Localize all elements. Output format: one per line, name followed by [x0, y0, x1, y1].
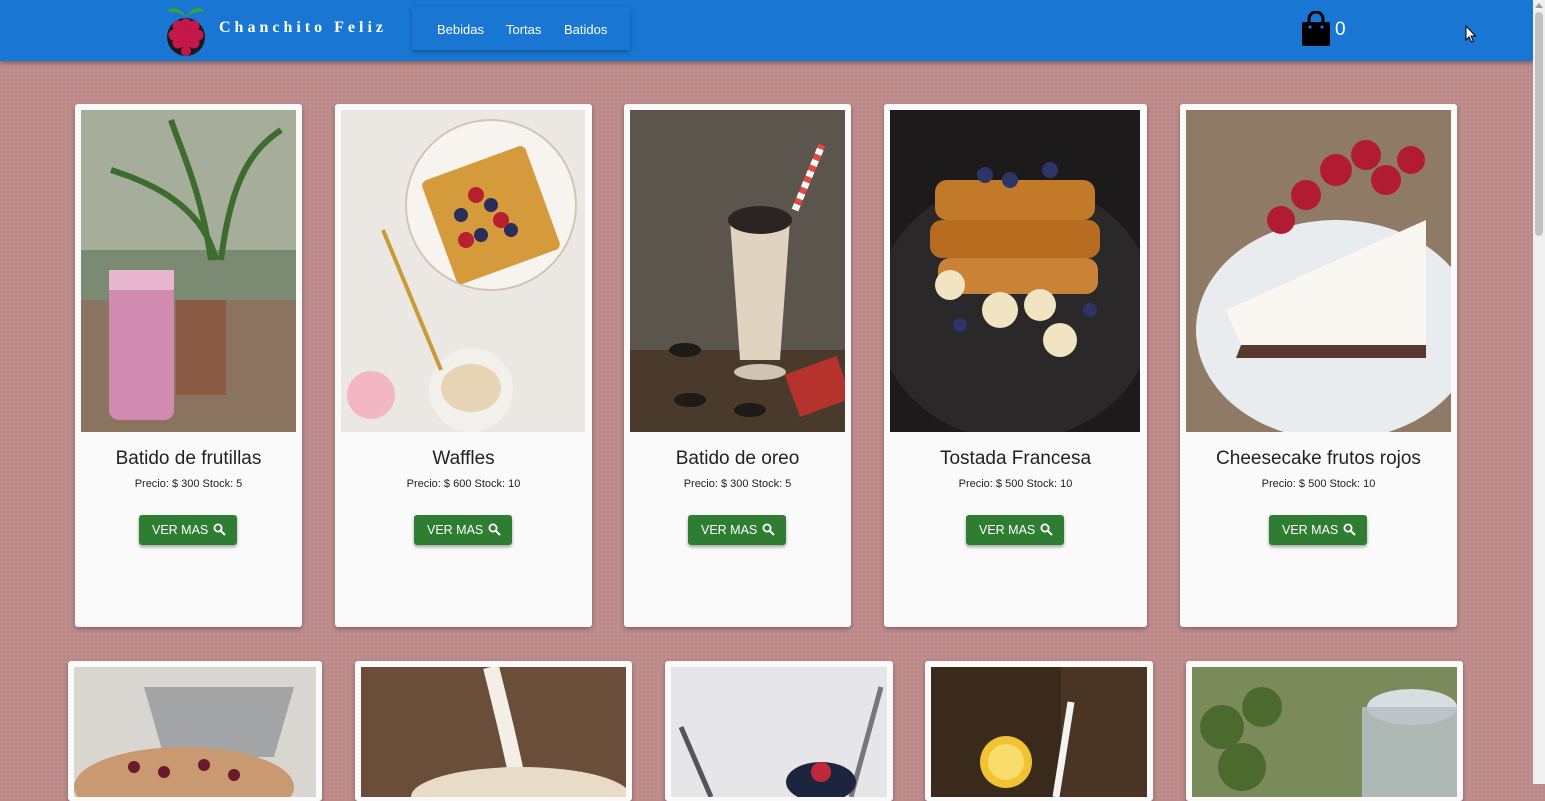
product-image[interactable] — [1192, 667, 1457, 797]
product-price-stock: Precio: $ 500 Stock: 10 — [958, 478, 1073, 490]
search-icon — [213, 523, 226, 536]
product-card: Tostada Francesa Precio: $ 500 Stock: 10… — [884, 104, 1147, 627]
product-card: Cheesecake frutos rojos Precio: $ 500 St… — [1180, 104, 1457, 627]
scrollbar-thumb[interactable] — [1535, 12, 1543, 236]
product-price-stock: Precio: $ 300 Stock: 5 — [683, 478, 792, 490]
product-price-stock: Precio: $ 600 Stock: 10 — [406, 478, 521, 490]
ver-mas-button[interactable]: VER MAS — [139, 515, 237, 545]
product-name: Cheesecake frutos rojos — [1216, 448, 1421, 469]
product-name: Waffles — [432, 448, 495, 469]
button-label: VER MAS — [152, 523, 209, 537]
search-icon — [488, 523, 501, 536]
button-label: VER MAS — [427, 523, 484, 537]
product-image-cheesecake[interactable] — [1186, 110, 1451, 432]
product-card: Batido de frutillas Precio: $ 300 Stock:… — [75, 104, 302, 627]
brand-name[interactable]: Chanchito Feliz — [219, 19, 387, 37]
product-name: Tostada Francesa — [939, 448, 1092, 469]
ver-mas-button[interactable]: VER MAS — [688, 515, 786, 545]
product-image-waffles[interactable] — [341, 110, 585, 432]
mouse-cursor-icon — [1465, 25, 1477, 43]
product-card — [925, 661, 1153, 801]
search-icon — [762, 523, 775, 536]
button-label: VER MAS — [979, 523, 1036, 537]
search-icon — [1343, 523, 1356, 536]
ver-mas-button[interactable]: VER MAS — [966, 515, 1064, 545]
product-image-batido-oreo[interactable] — [630, 110, 845, 432]
product-name: Batido de oreo — [675, 448, 800, 469]
app-bar: Chanchito Feliz Bebidas Tortas Batidos 0 — [0, 0, 1533, 61]
nav-item-bebidas[interactable]: Bebidas — [437, 22, 484, 37]
product-image[interactable] — [74, 667, 316, 797]
button-label: VER MAS — [1282, 523, 1339, 537]
nav-menu: Bebidas Tortas Batidos — [412, 7, 630, 50]
product-card — [665, 661, 893, 801]
raspberry-logo-icon[interactable] — [163, 3, 209, 57]
shopping-bag-icon[interactable] — [1300, 11, 1332, 47]
nav-item-batidos[interactable]: Batidos — [564, 22, 607, 37]
search-icon — [1040, 523, 1053, 536]
product-image-tostada-francesa[interactable] — [890, 110, 1140, 432]
product-name: Batido de frutillas — [115, 448, 262, 469]
product-card — [1186, 661, 1463, 801]
ver-mas-button[interactable]: VER MAS — [1269, 515, 1367, 545]
nav-item-tortas[interactable]: Tortas — [506, 22, 541, 37]
ver-mas-button[interactable]: VER MAS — [414, 515, 512, 545]
product-price-stock: Precio: $ 500 Stock: 10 — [1261, 478, 1376, 490]
cart-count: 0 — [1335, 19, 1346, 40]
product-image[interactable] — [671, 667, 887, 797]
scroll-up-arrow-icon[interactable] — [1535, 3, 1543, 8]
button-label: VER MAS — [701, 523, 758, 537]
product-card: Waffles Precio: $ 600 Stock: 10 VER MAS — [335, 104, 592, 627]
product-image-batido-frutillas[interactable] — [81, 110, 296, 432]
product-card: Batido de oreo Precio: $ 300 Stock: 5 VE… — [624, 104, 851, 627]
product-price-stock: Precio: $ 300 Stock: 5 — [134, 478, 243, 490]
product-card — [355, 661, 632, 801]
product-image[interactable] — [931, 667, 1147, 797]
product-image[interactable] — [361, 667, 626, 797]
product-card — [68, 661, 322, 801]
page-scrollbar[interactable] — [1533, 0, 1545, 784]
